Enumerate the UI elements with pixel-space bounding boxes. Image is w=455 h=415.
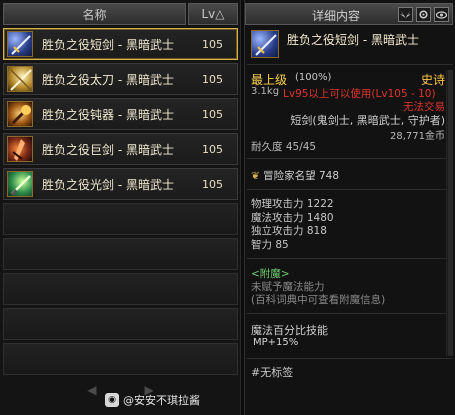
- item-name: 胜负之役巨剑 - 黑暗武士: [42, 142, 174, 157]
- dagger-icon: [251, 30, 279, 58]
- empty-slot: [3, 203, 238, 235]
- tag-label[interactable]: #无标签: [251, 364, 293, 380]
- durability: 耐久度 45/45: [251, 141, 317, 153]
- item-level: 105: [202, 142, 223, 156]
- item-name: 胜负之役短剑 - 黑暗武士: [42, 37, 174, 52]
- stat-row: 智力 85: [251, 238, 289, 251]
- empty-slot: [3, 343, 238, 375]
- detail-header-title: 详细内容: [311, 9, 360, 23]
- divider: [247, 313, 453, 314]
- katana-icon: [7, 66, 33, 92]
- adventurer-renown: ❦ 冒险家名望 748: [251, 168, 339, 183]
- detail-header: 详细内容: [245, 3, 453, 25]
- weapon-type: 短剑(鬼剑士, 黑暗武士, 守护者): [290, 114, 445, 127]
- weight: 3.1kg: [251, 86, 280, 97]
- watermark-text: @安安不琪拉酱: [123, 394, 200, 407]
- scrollbar-thumb[interactable]: [448, 70, 453, 356]
- dagger-icon: [7, 31, 33, 57]
- laurel-icon: ❦: [251, 170, 260, 182]
- watermark: ◉ @安安不琪拉酱: [105, 392, 200, 408]
- adventurer-renown-text: 冒险家名望 748: [263, 170, 340, 182]
- list-item[interactable]: 胜负之役太刀 - 黑暗武士 105: [3, 63, 238, 95]
- scrollbar[interactable]: [446, 70, 453, 356]
- weibo-logo-icon: ◉: [105, 393, 119, 407]
- list-item[interactable]: 胜负之役巨剑 - 黑暗武士 105: [3, 133, 238, 165]
- sort-by-level-header[interactable]: Lv△: [188, 3, 238, 25]
- item-level: 105: [202, 72, 223, 86]
- sell-price: 28,771金币: [390, 131, 445, 142]
- item-level: 105: [202, 37, 223, 51]
- item-list-panel: 名称 Lv△ 胜负之役短剑 - 黑暗武士 105 胜负之役太刀 - 黑暗武士 1…: [0, 0, 241, 415]
- list-item[interactable]: 胜负之役短剑 - 黑暗武士 105: [3, 28, 238, 60]
- item-level: 105: [202, 177, 223, 191]
- sort-by-name-header[interactable]: 名称: [3, 3, 186, 25]
- list-item[interactable]: 胜负之役光剑 - 黑暗武士 105: [3, 168, 238, 200]
- grade-percent: (100%): [295, 72, 332, 83]
- item-name: 胜负之役光剑 - 黑暗武士: [42, 177, 174, 192]
- stat-list: 物理攻击力 1222 魔法攻击力 1480 独立攻击力 818 智力 85: [251, 198, 334, 252]
- divider: [247, 189, 453, 190]
- empty-slot: [3, 273, 238, 305]
- skill-title: 魔法百分比技能: [251, 324, 328, 337]
- item-level: 105: [202, 107, 223, 121]
- greatsword-icon: [7, 136, 33, 162]
- divider: [247, 158, 453, 159]
- lightsaber-icon: [7, 171, 33, 197]
- skill-value: MP+15%: [253, 337, 299, 348]
- item-title: 胜负之役短剑 - 黑暗武士: [287, 33, 419, 47]
- blunt-weapon-icon: [7, 101, 33, 127]
- detail-panel: 详细内容 胜负之役短剑 - 黑暗武士 最上级 (100%) 史诗 3.1kg L…: [244, 0, 455, 415]
- item-list: 胜负之役短剑 - 黑暗武士 105 胜负之役太刀 - 黑暗武士 105 胜负之役…: [3, 28, 238, 378]
- eye-icon[interactable]: [434, 7, 449, 22]
- divider: [247, 258, 453, 259]
- empty-slot: [3, 308, 238, 340]
- stat-row: 魔法攻击力 1480: [251, 211, 334, 224]
- stat-row: 物理攻击力 1222: [251, 198, 334, 210]
- item-name: 胜负之役钝器 - 黑暗武士: [42, 107, 174, 122]
- prev-page-button[interactable]: ◀: [87, 383, 96, 401]
- empty-slot: [3, 238, 238, 270]
- divider: [247, 64, 453, 65]
- list-item[interactable]: 胜负之役钝器 - 黑暗武士 105: [3, 98, 238, 130]
- enchant-hint: (百科词典中可查看附魔信息): [251, 294, 386, 306]
- tag-bar: #无标签: [247, 358, 453, 382]
- item-name: 胜负之役太刀 - 黑暗武士: [42, 72, 174, 87]
- wings-icon[interactable]: [398, 7, 413, 22]
- item-detail: 胜负之役短剑 - 黑暗武士 最上级 (100%) 史诗 3.1kg Lv95以上…: [247, 26, 453, 356]
- stat-row: 独立攻击力 818: [251, 225, 327, 237]
- settings-icon[interactable]: [416, 7, 431, 22]
